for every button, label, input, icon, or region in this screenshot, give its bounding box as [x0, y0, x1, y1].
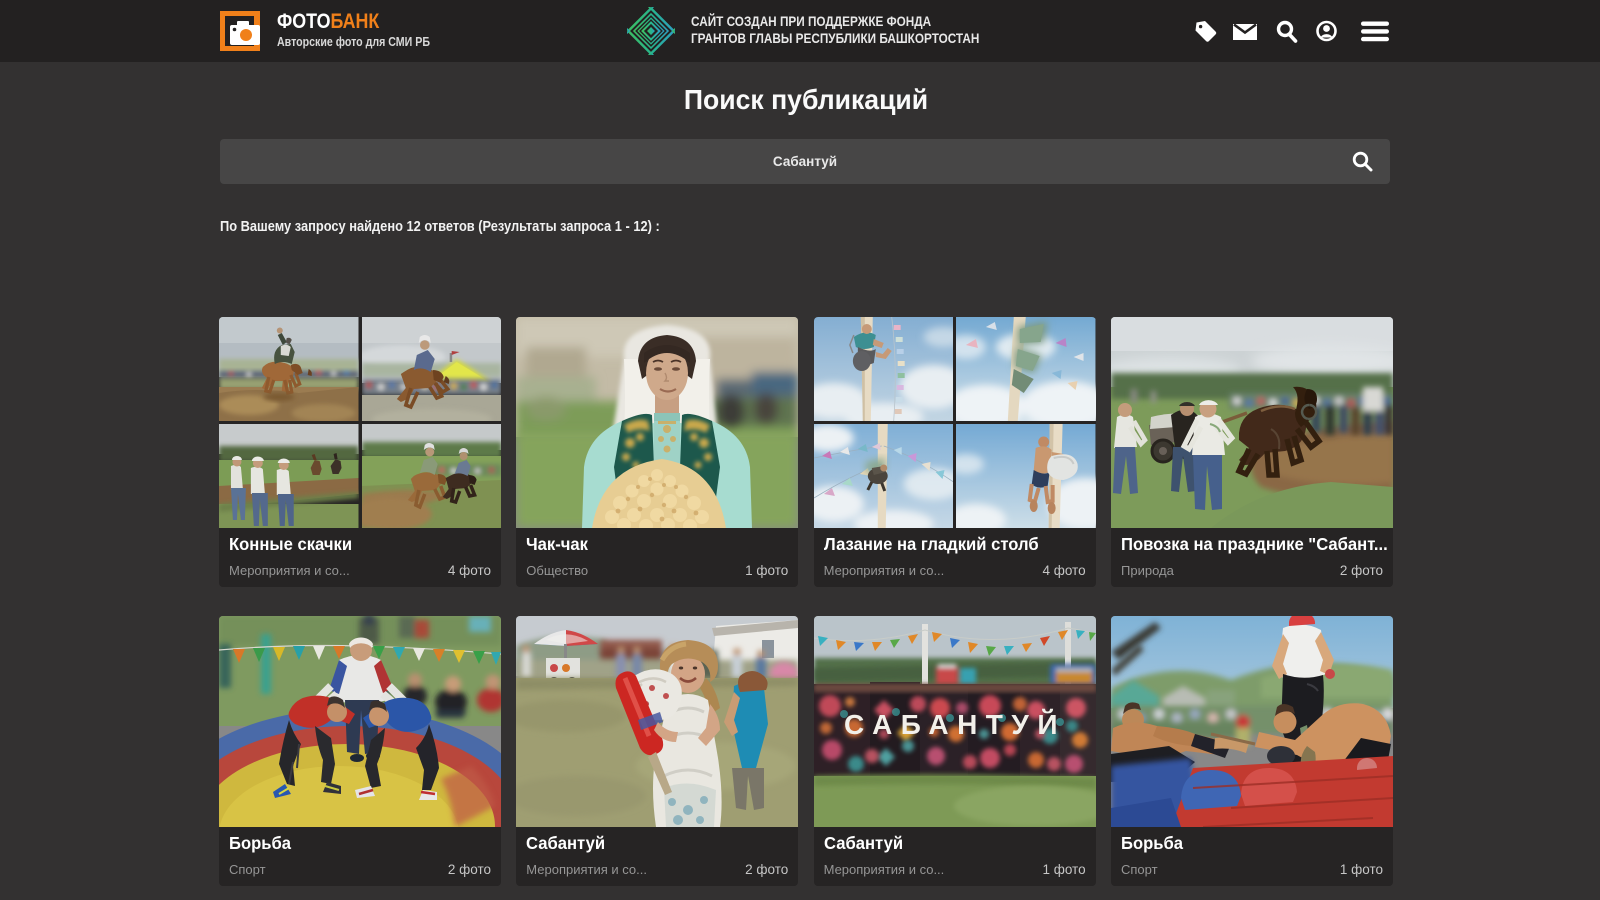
svg-text:САБАНТУЙ: САБАНТУЙ [844, 708, 1066, 740]
